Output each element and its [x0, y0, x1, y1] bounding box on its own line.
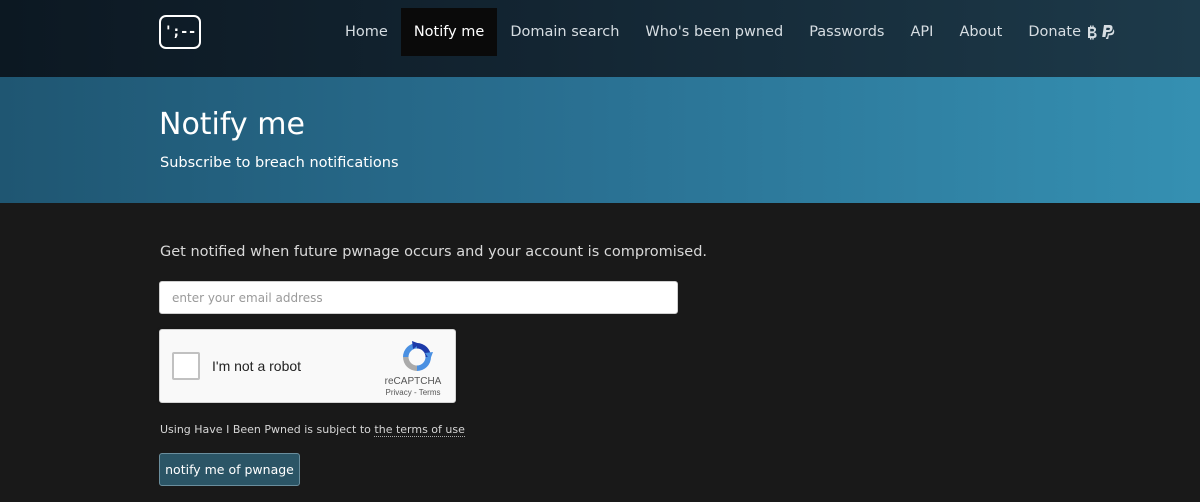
nav-item-label: API — [910, 24, 934, 40]
nav-item-label: Home — [345, 24, 388, 40]
recaptcha-logo-icon — [403, 341, 433, 371]
nav-item-about[interactable]: About — [946, 8, 1015, 56]
terms-notice: Using Have I Been Pwned is subject to th… — [160, 423, 465, 437]
terms-prefix: Using Have I Been Pwned is subject to — [160, 423, 375, 436]
hero-banner: Notify me Subscribe to breach notificati… — [0, 77, 1200, 203]
recaptcha-link-separator: - — [411, 388, 419, 397]
intro-text: Get notified when future pwnage occurs a… — [160, 244, 708, 260]
paypal-icon — [1102, 25, 1115, 39]
recaptcha-privacy-link[interactable]: Privacy — [386, 388, 412, 397]
nav-item-api[interactable]: API — [897, 8, 946, 56]
nav-item-domain-search[interactable]: Domain search — [497, 8, 632, 56]
bitcoin-icon — [1088, 25, 1097, 40]
nav-item-donate[interactable]: Donate — [1015, 8, 1128, 56]
nav-item-whos-been-pwned[interactable]: Who's been pwned — [632, 8, 796, 56]
page-subtitle: Subscribe to breach notifications — [160, 155, 399, 171]
nav-item-label: Passwords — [809, 24, 885, 40]
site-logo[interactable]: ';-- — [159, 15, 201, 49]
nav-item-label: Domain search — [510, 24, 620, 40]
nav-item-label: Who's been pwned — [645, 24, 784, 40]
recaptcha-terms-link[interactable]: Terms — [419, 388, 441, 397]
nav-item-label: About — [959, 24, 1003, 40]
logo-text: ';-- — [164, 24, 196, 40]
nav-item-home[interactable]: Home — [332, 8, 401, 56]
nav-item-notify-me[interactable]: Notify me — [400, 8, 498, 56]
recaptcha-widget: I'm not a robot reCAPTCHA Privacy - Term… — [159, 329, 456, 403]
main-nav: Home Notify me Domain search Who's been … — [332, 8, 1128, 56]
terms-of-use-link[interactable]: the terms of use — [374, 423, 465, 437]
nav-item-passwords[interactable]: Passwords — [796, 8, 897, 56]
email-input[interactable] — [159, 281, 678, 314]
recaptcha-label: I'm not a robot — [212, 358, 302, 374]
nav-item-label: Notify me — [413, 24, 485, 40]
donate-icons — [1086, 24, 1115, 40]
recaptcha-checkbox[interactable] — [172, 352, 200, 380]
recaptcha-brand: reCAPTCHA — [384, 376, 442, 387]
recaptcha-links: Privacy - Terms — [376, 388, 450, 397]
page-title: Notify me — [159, 107, 305, 142]
top-navbar: ';-- Home Notify me Domain search Who's … — [0, 0, 1200, 77]
notify-submit-button[interactable]: notify me of pwnage — [159, 453, 300, 486]
nav-item-label: Donate — [1028, 24, 1082, 40]
